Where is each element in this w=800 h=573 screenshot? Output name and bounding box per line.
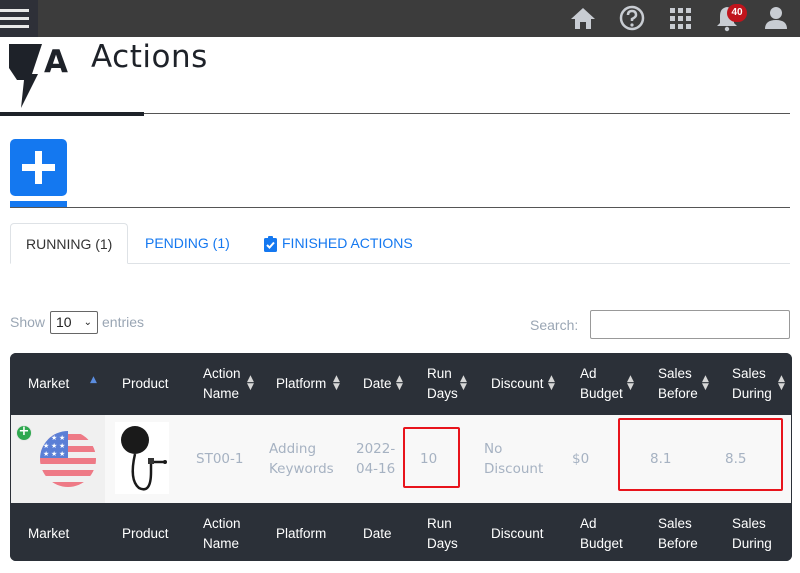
column-header-product[interactable]: Product [122,353,169,415]
sort-icon: ▲ ▼ [778,374,785,392]
footer-date: Date [363,526,392,541]
column-header-date[interactable]: Date [363,353,392,415]
notification-badge: 40 [727,4,747,22]
help-icon[interactable] [617,4,647,32]
tab-label: RUNNING (1) [26,236,113,252]
highlight-run-days [403,427,460,488]
home-icon[interactable] [568,4,598,32]
entries-label: entries [102,314,145,330]
cell-discount: No Discount [484,441,544,477]
column-header-run-days[interactable]: Run Days [427,353,458,415]
us-flag-icon: ★ ★ ★ ★ ★ ★ ★ ★ ★ [40,431,96,487]
svg-text:★: ★ [43,442,49,450]
entries-select-value: 10 [56,314,72,330]
market-cell: + ★ ★ ★ ★ ★ ★ ★ ★ ★ [11,415,105,503]
svg-text:★: ★ [43,434,49,442]
cell-action-name: ST00-1 [196,451,244,467]
column-header-sales-during[interactable]: Sales During [732,353,772,415]
svg-text:★: ★ [43,450,49,458]
cell-platform: Adding Keywords [269,441,334,477]
column-header-discount[interactable]: Discount [491,353,544,415]
tab-label: FINISHED ACTIONS [282,235,413,251]
menu-icon-bar [0,9,29,12]
svg-text:★: ★ [59,434,65,442]
column-header-ad-budget[interactable]: Ad Budget [580,353,623,415]
logo-letter: A [44,44,68,80]
column-header-market[interactable]: Market [28,353,69,415]
footer-market: Market [28,526,70,541]
svg-text:★: ★ [59,450,65,458]
menu-icon-bar [0,25,29,28]
sort-icon: ▲ ▼ [460,374,467,392]
plus-icon [35,151,42,184]
sort-icon: ▲ ▼ [247,374,254,392]
footer-discount: Discount [491,526,544,541]
sort-icon: ▲ ▼ [548,374,555,392]
svg-text:★: ★ [51,434,57,442]
cell-date: 2022- 04-16 [356,441,396,477]
chevron-down-icon: ⌄ [83,317,92,328]
sort-icon: ▲ ▼ [396,374,403,392]
tab-finished-actions[interactable]: FINISHED ACTIONS [248,223,428,264]
product-image[interactable] [115,422,169,494]
top-navbar: 40 [0,0,800,37]
expand-row-icon[interactable]: + [16,425,32,441]
footer-ad-budget: Ad Budget [580,516,623,551]
menu-icon-bar [0,17,29,20]
cell-ad-budget: $0 [572,451,590,467]
svg-text:★: ★ [51,442,57,450]
lightning-logo-icon: A [9,44,68,108]
sort-icon: ▲ ▼ [333,374,340,392]
footer-action-name: Action Name [203,516,241,551]
tab-pending[interactable]: PENDING (1) [130,223,245,264]
column-header-action-name[interactable]: Action Name [203,353,241,415]
menu-button[interactable] [0,0,38,37]
clipboard-check-icon [264,235,277,252]
sort-icon: ▲ ▼ [627,374,634,392]
sort-icon: ▲ ▼ [702,374,709,392]
user-icon[interactable] [761,4,791,32]
add-action-button[interactable] [10,139,67,196]
column-header-platform[interactable]: Platform [276,353,326,415]
tab-running[interactable]: RUNNING (1) [10,223,129,264]
search-label: Search: [530,317,579,333]
footer-sales-before: Sales Before [658,516,698,551]
divider-accent [10,201,67,207]
divider-accent [0,112,144,116]
app-logo: A [8,42,76,114]
apps-grid-icon[interactable] [666,4,696,32]
column-header-sales-before[interactable]: Sales Before [658,353,698,415]
table-footer: Market Product Action Name Platform Date … [10,503,792,561]
show-label: Show [10,314,46,330]
tab-label: PENDING (1) [145,235,230,251]
entries-select[interactable]: 10 ⌄ [50,311,98,334]
footer-sales-during: Sales During [732,516,772,551]
footer-platform: Platform [276,526,327,541]
sort-asc-icon: ▲ [90,375,97,385]
table-header: Market ▲ Product Action Name ▲ ▼ Platform … [10,353,792,415]
footer-product: Product [122,526,169,541]
svg-text:★: ★ [59,442,65,450]
highlight-sales [618,418,783,491]
footer-run-days: Run Days [427,516,458,551]
svg-text:★: ★ [51,450,57,458]
search-input[interactable] [590,310,790,339]
page-title: Actions [91,39,208,75]
divider [10,207,790,208]
